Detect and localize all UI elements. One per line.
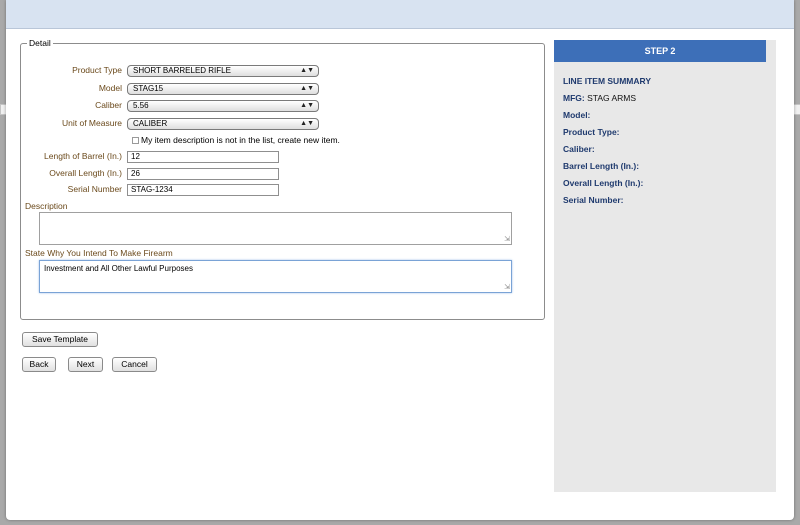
barrel-length-label: Length of Barrel (In.) (44, 151, 122, 161)
product-type-value: SHORT BARRELED RIFLE (133, 66, 231, 75)
summary-title: LINE ITEM SUMMARY (563, 76, 651, 86)
summary-caliber-label: Caliber: (563, 144, 595, 154)
summary-barrel-length-label: Barrel Length (In.): (563, 161, 640, 171)
resize-grip-icon[interactable]: ⇲ (504, 236, 510, 244)
overall-length-value: 26 (131, 169, 140, 178)
barrel-length-input[interactable]: 12 (127, 151, 279, 163)
model-label: Model (98, 83, 122, 93)
serial-number-value: STAG-1234 (131, 185, 173, 194)
summary-mfg-label: MFG: (563, 93, 585, 103)
resize-grip-icon[interactable]: ⇲ (504, 284, 510, 292)
caliber-select[interactable]: 5.56 ▲▼ (127, 100, 319, 112)
back-button[interactable]: Back (22, 357, 56, 372)
next-button[interactable]: Next (68, 357, 103, 372)
caliber-value: 5.56 (133, 101, 149, 110)
up-down-arrows-icon: ▲▼ (300, 102, 314, 109)
model-select[interactable]: STAG15 ▲▼ (127, 83, 319, 95)
summary-mfg-value: STAG ARMS (587, 93, 637, 103)
description-label: Description (25, 201, 68, 211)
unit-of-measure-value: CALIBER (133, 119, 168, 128)
up-down-arrows-icon: ▲▼ (300, 85, 314, 92)
up-down-arrows-icon: ▲▼ (300, 120, 314, 127)
detail-legend: Detail (29, 38, 51, 48)
dialog-window: Detail Product Type SHORT BARRELED RIFLE… (6, 0, 794, 520)
cancel-button[interactable]: Cancel (112, 357, 157, 372)
window-title-bar (6, 0, 794, 29)
unit-of-measure-label: Unit of Measure (62, 118, 122, 128)
summary-serial-number-label: Serial Number: (563, 195, 624, 205)
line-item-summary-panel: STEP 2 LINE ITEM SUMMARY MFG: STAG ARMS … (554, 40, 776, 492)
up-down-arrows-icon: ▲▼ (300, 67, 314, 74)
intent-textarea[interactable]: Investment and All Other Lawful Purposes… (39, 260, 512, 293)
caliber-label: Caliber (95, 100, 122, 110)
summary-mfg: MFG: STAG ARMS (563, 93, 636, 103)
summary-product-type-label: Product Type: (563, 127, 620, 137)
intent-label: State Why You Intend To Make Firearm (25, 248, 173, 258)
barrel-length-value: 12 (131, 152, 140, 161)
summary-model-label: Model: (563, 110, 591, 120)
summary-overall-length-label: Overall Length (In.): (563, 178, 644, 188)
product-type-select[interactable]: SHORT BARRELED RIFLE ▲▼ (127, 65, 319, 77)
overall-length-label: Overall Length (In.) (49, 168, 122, 178)
new-item-checkbox-label: My item description is not in the list, … (141, 135, 340, 145)
save-template-button[interactable]: Save Template (22, 332, 98, 347)
step-header: STEP 2 (554, 40, 766, 62)
serial-number-label: Serial Number (67, 184, 122, 194)
model-value: STAG15 (133, 84, 164, 93)
overall-length-input[interactable]: 26 (127, 168, 279, 180)
new-item-checkbox[interactable] (132, 137, 139, 144)
product-type-label: Product Type (72, 65, 122, 75)
description-textarea[interactable]: ⇲ (39, 212, 512, 245)
serial-number-input[interactable]: STAG-1234 (127, 184, 279, 196)
intent-value: Investment and All Other Lawful Purposes (44, 264, 193, 273)
unit-of-measure-select[interactable]: CALIBER ▲▼ (127, 118, 319, 130)
